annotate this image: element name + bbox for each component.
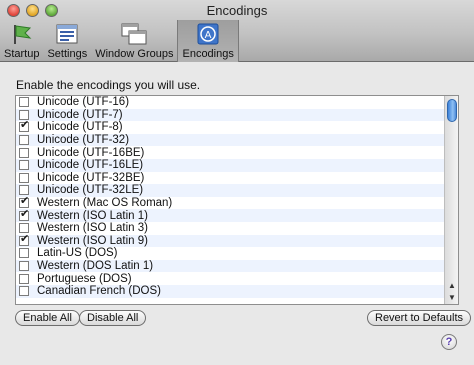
- encoding-checkbox[interactable]: ✔: [19, 160, 29, 171]
- encoding-checkbox[interactable]: ✔: [19, 119, 30, 133]
- encoding-checkbox[interactable]: ✔: [19, 248, 29, 259]
- svg-text:A: A: [205, 30, 212, 41]
- encoding-row[interactable]: ✔ Western (ISO Latin 3): [16, 222, 458, 235]
- encoding-checkbox[interactable]: ✔: [19, 185, 29, 196]
- encoding-row[interactable]: ✔ Unicode (UTF-7): [16, 108, 458, 122]
- help-button[interactable]: ?: [441, 334, 457, 350]
- encoding-checkbox[interactable]: ✔: [19, 97, 29, 108]
- disable-all-button[interactable]: Disable All: [79, 310, 147, 326]
- encoding-label: Western (Mac OS Roman): [37, 197, 173, 210]
- tab-startup-label: Startup: [4, 48, 40, 60]
- encoding-label: Unicode (UTF-32LE): [37, 184, 144, 197]
- list-scrollbar[interactable]: ▲ ▼: [444, 96, 458, 304]
- encoding-label: Latin-US (DOS): [37, 247, 118, 260]
- encoding-row[interactable]: ✔ Latin-US (DOS): [16, 247, 458, 260]
- encoding-label: Unicode (UTF-16BE): [37, 146, 145, 159]
- encoding-label: Unicode (UTF-16): [37, 96, 130, 109]
- checkmark-icon: ✔: [20, 119, 30, 132]
- encoding-row[interactable]: ✔ Unicode (UTF-32): [16, 133, 458, 147]
- tab-encodings[interactable]: A Encodings: [177, 20, 239, 62]
- encoding-label: Unicode (UTF-16LE): [37, 159, 144, 172]
- encoding-row[interactable]: ✔ Western (Mac OS Roman): [16, 195, 458, 210]
- encoding-label: Western (ISO Latin 9): [37, 234, 148, 247]
- encoding-row[interactable]: ✔ Unicode (UTF-16): [16, 96, 458, 109]
- encoding-checkbox[interactable]: ✔: [19, 223, 29, 234]
- encoding-row[interactable]: ✔ Western (ISO Latin 1): [16, 207, 458, 222]
- settings-icon: [53, 21, 81, 47]
- encoding-label: Canadian French (DOS): [37, 285, 161, 298]
- encoding-label: Unicode (UTF-7): [37, 108, 123, 121]
- encodings-rows: ✔ Unicode (UTF-16) ✔ Unicode (UTF-7) ✔ Unicod…: [16, 96, 458, 298]
- encoding-checkbox[interactable]: ✔: [19, 109, 29, 120]
- tab-settings-label: Settings: [47, 48, 88, 60]
- encoding-row[interactable]: ✔ Canadian French (DOS): [16, 284, 458, 298]
- toolbar: Startup Settings Window Groups A Encodin…: [0, 20, 239, 62]
- encodings-icon: A: [194, 21, 222, 47]
- checkmark-icon: ✔: [20, 195, 30, 208]
- encoding-label: Western (ISO Latin 3): [37, 222, 148, 235]
- encoding-checkbox[interactable]: ✔: [19, 195, 30, 209]
- checkmark-icon: ✔: [20, 232, 30, 245]
- encoding-row[interactable]: ✔ Unicode (UTF-32LE): [16, 184, 458, 197]
- revert-to-defaults-button[interactable]: Revert to Defaults: [367, 310, 472, 326]
- scroll-thumb[interactable]: [447, 99, 457, 122]
- scroll-up-arrow-icon[interactable]: ▲: [445, 280, 458, 292]
- scroll-down-arrow-icon[interactable]: ▼: [445, 292, 458, 304]
- encoding-checkbox[interactable]: ✔: [19, 172, 29, 183]
- encoding-row[interactable]: ✔ Unicode (UTF-32BE): [16, 172, 458, 185]
- flag-icon: [8, 21, 36, 47]
- checkmark-icon: ✔: [20, 207, 30, 220]
- encoding-label: Western (ISO Latin 1): [37, 209, 148, 222]
- tab-window-groups[interactable]: Window Groups: [91, 20, 177, 62]
- encoding-label: Western (DOS Latin 1): [37, 260, 154, 273]
- instruction-text: Enable the encodings you will use.: [16, 78, 201, 92]
- preferences-window: Encodings Startup Settings Window Groups…: [0, 0, 474, 365]
- encoding-label: Unicode (UTF-8): [37, 121, 123, 134]
- encoding-checkbox[interactable]: ✔: [19, 207, 30, 221]
- window-groups-icon: [120, 21, 148, 47]
- tab-startup[interactable]: Startup: [0, 20, 43, 62]
- encodings-list[interactable]: ✔ Unicode (UTF-16) ✔ Unicode (UTF-7) ✔ Unicod…: [15, 95, 459, 305]
- tab-settings[interactable]: Settings: [43, 20, 91, 62]
- encoding-row[interactable]: ✔ Western (DOS Latin 1): [16, 259, 458, 273]
- encoding-row[interactable]: ✔ Western (ISO Latin 9): [16, 232, 458, 248]
- encoding-label: Unicode (UTF-32BE): [37, 171, 145, 184]
- enable-all-button[interactable]: Enable All: [15, 310, 80, 326]
- window-title: Encodings: [206, 3, 268, 18]
- encoding-row[interactable]: ✔ Unicode (UTF-16LE): [16, 158, 458, 172]
- encoding-row[interactable]: ✔ Portuguese (DOS): [16, 272, 458, 285]
- encoding-checkbox[interactable]: ✔: [19, 135, 29, 146]
- encoding-row[interactable]: ✔ Unicode (UTF-8): [16, 119, 458, 134]
- title-toolbar: Encodings Startup Settings Window Groups…: [0, 0, 474, 62]
- encoding-checkbox[interactable]: ✔: [19, 147, 29, 158]
- encoding-checkbox[interactable]: ✔: [19, 232, 30, 246]
- encoding-label: Unicode (UTF-32): [37, 134, 130, 147]
- tab-encodings-label: Encodings: [182, 48, 234, 60]
- encoding-label: Portuguese (DOS): [37, 272, 132, 285]
- tab-window-groups-label: Window Groups: [95, 48, 174, 60]
- encoding-checkbox[interactable]: ✔: [19, 286, 29, 297]
- encoding-checkbox[interactable]: ✔: [19, 273, 29, 284]
- encoding-row[interactable]: ✔ Unicode (UTF-16BE): [16, 146, 458, 159]
- encoding-checkbox[interactable]: ✔: [19, 261, 29, 272]
